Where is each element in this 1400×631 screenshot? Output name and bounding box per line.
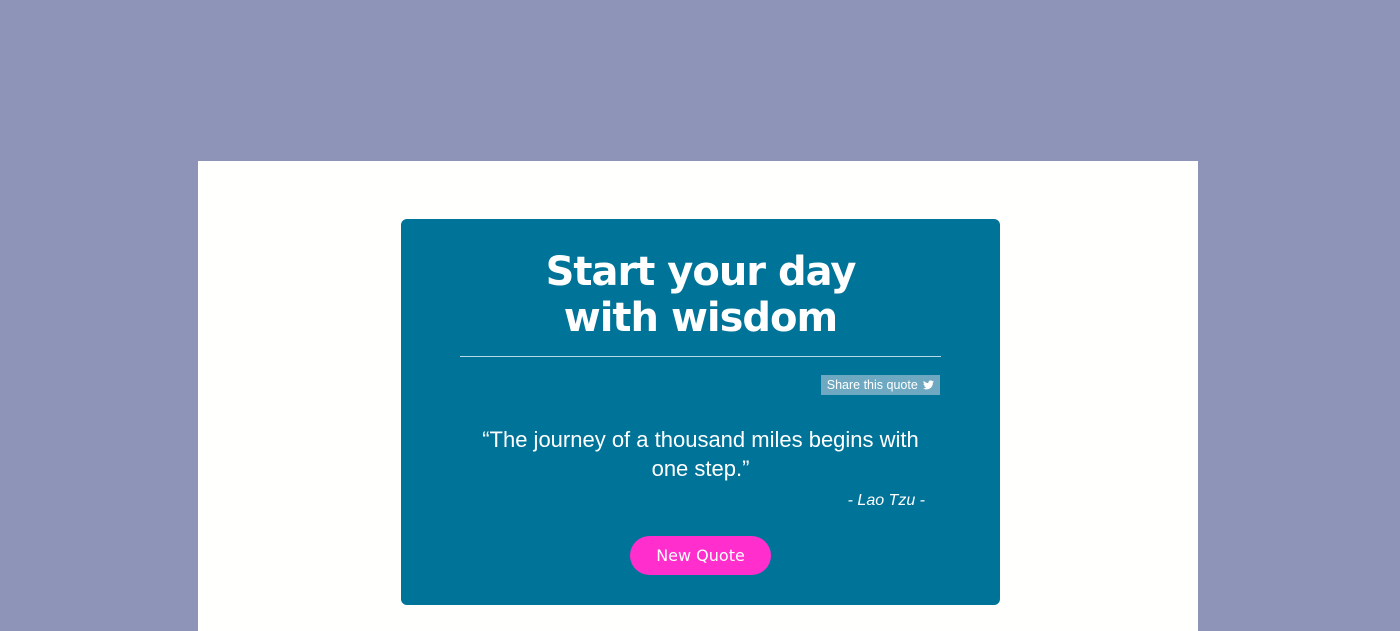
page-title: Start your day with wisdom xyxy=(401,249,1000,341)
twitter-icon xyxy=(923,380,935,390)
quote-card: Start your day with wisdom Share this qu… xyxy=(401,219,1000,605)
share-quote-button[interactable]: Share this quote xyxy=(821,375,940,395)
quote-author: - Lao Tzu - xyxy=(847,492,925,509)
headline-line-2: with wisdom xyxy=(563,295,838,341)
title-divider xyxy=(460,356,941,357)
share-quote-label: Share this quote xyxy=(826,378,918,392)
page-panel: Start your day with wisdom Share this qu… xyxy=(198,161,1198,631)
new-quote-button[interactable]: New Quote xyxy=(630,536,771,575)
headline-line-1: Start your day xyxy=(545,249,857,295)
quote-text: “The journey of a thousand miles begins … xyxy=(482,427,919,481)
